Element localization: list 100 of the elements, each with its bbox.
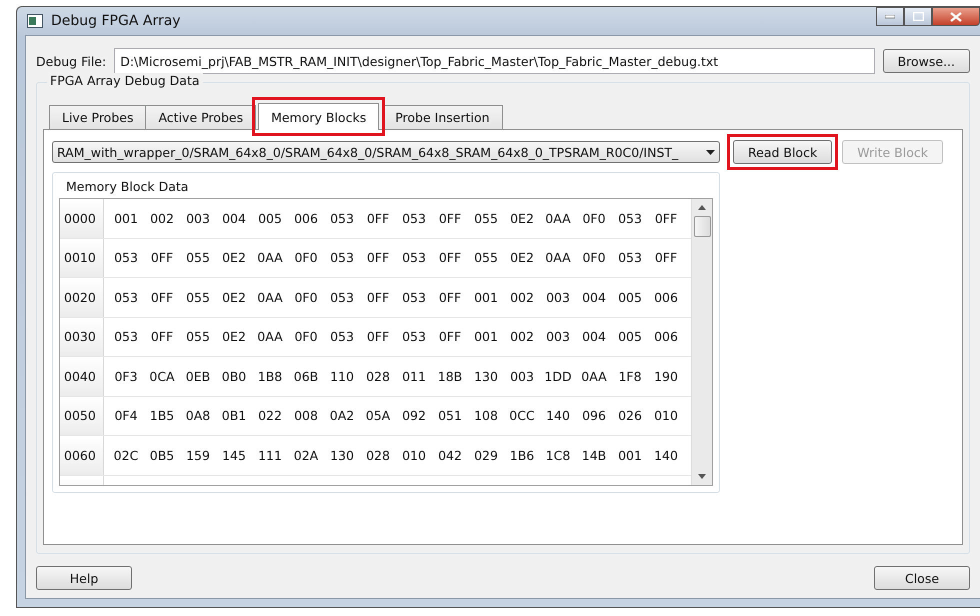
table-cell-text: 111 [257, 448, 283, 463]
table-cell-text: 0A2 [328, 408, 356, 424]
table-cell-text: 0F0 [293, 290, 319, 305]
table-cell-text: 145 [221, 448, 247, 463]
table-cell-text: 0E2 [509, 250, 535, 266]
table-cell-text: 001 [113, 210, 139, 226]
scrollbar[interactable] [691, 199, 712, 485]
help-button[interactable]: Help [36, 566, 132, 590]
close-dialog-button[interactable]: Close [874, 566, 970, 590]
minimize-button[interactable] [876, 7, 904, 26]
table-cell-text: 0FF [366, 290, 390, 305]
table-cell-text: 1DD [543, 368, 573, 384]
table-cell-text: 001 [473, 329, 499, 344]
table-cell-text: 003 [185, 210, 211, 226]
window-title: Debug FPGA Array [51, 13, 181, 29]
minimize-icon [885, 14, 895, 18]
table-cell-text: 001 [473, 290, 499, 305]
table-cell-text: 0B1 [220, 408, 248, 424]
table-cell-text: 0FF [150, 250, 174, 266]
table-cell-text: 0FF [366, 250, 390, 266]
browse-button[interactable]: Browse... [882, 49, 970, 73]
address-header: 0030 [60, 318, 104, 356]
table-cell-text: 130 [329, 448, 355, 463]
address-header: 0010 [60, 238, 104, 277]
table-cell-text: 0F0 [293, 250, 319, 266]
table-cell-text: 004 [581, 329, 607, 344]
table-cell-text: 0AA [256, 290, 284, 305]
address-header: 0040 [60, 357, 104, 396]
table-cell-text: 0EB [184, 368, 212, 384]
table-cell-text: 0FF [654, 250, 678, 266]
scroll-thumb[interactable] [694, 216, 710, 237]
table-cell-text: 1B5 [148, 408, 176, 424]
table-cell-text: 02A [292, 448, 320, 463]
tab[interactable]: Probe Insertion [382, 105, 503, 129]
block-button[interactable]: Read Block [733, 140, 832, 164]
table-cell-text: 1B6 [508, 448, 536, 463]
table-cell-text: 0AA [544, 210, 572, 226]
debug-file-field[interactable]: D:\Microsemi_prj\FAB_MSTR_RAM_INIT\designer\Top_Fabric_Master\Top_Fabric_Master_debug.txt [114, 48, 875, 74]
table-cell-text: 06B [292, 368, 320, 384]
table-cell-text: 028 [365, 368, 391, 384]
table-cell-text: 001 [617, 448, 643, 463]
table-cell-text: 0F0 [581, 210, 607, 226]
table-cell-text: 055 [473, 250, 499, 266]
table-cell-text: 05A [364, 408, 392, 424]
table-cell-text: 0AA [544, 250, 572, 266]
debug-file-label: Debug File: [36, 54, 106, 68]
memory-block-dropdown[interactable]: RAM_with_wrapper_0/SRAM_64x8_0/SRAM_64x8_0/SRAM_64x8_SRAM_64x8_0_TPSRAM_R0C0/INST_ [52, 141, 720, 163]
table-cell-text: 0FF [150, 329, 174, 344]
group-title: FPGA Array Debug Data [47, 73, 203, 88]
table-cell-text: 053 [617, 250, 643, 266]
window-app-icon [27, 14, 43, 28]
table-cell-text: 053 [329, 250, 355, 266]
table-cell-text: 0B0 [220, 368, 248, 384]
scroll-up-icon[interactable] [698, 205, 706, 210]
table-cell-text: 0F3 [113, 368, 139, 384]
tab[interactable]: Live Probes [49, 105, 146, 129]
table-cell-text: 0FF [366, 210, 390, 226]
tab[interactable]: Active Probes [145, 105, 256, 129]
table-cell-text: 140 [545, 408, 571, 424]
table-cell-text: 055 [185, 329, 211, 344]
table-cell-text: 0E2 [221, 250, 247, 266]
close-button[interactable] [932, 7, 980, 26]
table-cell-text: 0FF [654, 210, 678, 226]
table-cell-text: 008 [293, 408, 319, 424]
table-cell-text: 006 [293, 210, 319, 226]
table-cell-text: 0E2 [509, 210, 535, 226]
table-cell-text: 006 [653, 290, 679, 305]
table-cell-text: 055 [185, 250, 211, 266]
table-cell-text: 130 [473, 368, 499, 384]
table-cell-text: 002 [509, 329, 535, 344]
table-cell-text: 1B8 [256, 368, 284, 384]
table-cell-text: 0F4 [113, 408, 139, 424]
table-cell-text: 055 [185, 290, 211, 305]
table-cell-text: 011 [401, 368, 427, 384]
table-cell-text: 053 [401, 210, 427, 226]
table-cell-text: 005 [617, 329, 643, 344]
table-cell-text: 053 [401, 250, 427, 266]
table-cell-text: 0F0 [293, 329, 319, 344]
table-cell-text: 042 [437, 448, 463, 463]
table-cell-text: 0A8 [184, 408, 212, 424]
address-header: 0050 [60, 396, 104, 435]
maximize-button[interactable] [904, 7, 932, 26]
table-cell-text: 053 [329, 329, 355, 344]
table-cell-text: 108 [473, 408, 499, 424]
table-cell-text: 005 [257, 210, 283, 226]
scroll-down-icon[interactable] [698, 474, 706, 479]
table-cell-text: 0FF [150, 290, 174, 305]
table-cell-text: 053 [329, 290, 355, 305]
table-cell-text: 0AA [580, 368, 608, 384]
table-cell-text: 0AA [256, 329, 284, 344]
table-cell-text: 022 [257, 408, 283, 424]
table-cell-text: 053 [329, 210, 355, 226]
table-cell-text: 0CC [508, 408, 536, 424]
table-cell-text: 14B [580, 448, 608, 463]
table-cell-text: 002 [509, 290, 535, 305]
table-cell-text: 18B [436, 368, 464, 384]
table-cell-text: 02C [112, 448, 140, 463]
table-cell-text: 0B5 [148, 448, 176, 463]
table-cell-text: 004 [581, 290, 607, 305]
table-cell-text: 0F0 [581, 250, 607, 266]
